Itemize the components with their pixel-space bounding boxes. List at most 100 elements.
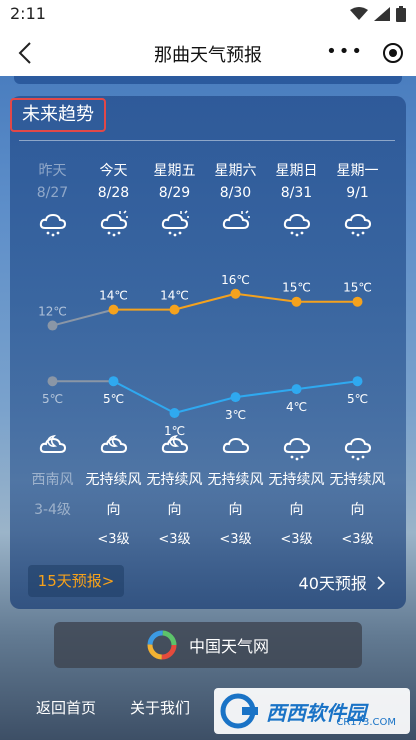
home-link[interactable]: 返回首页 (36, 697, 96, 718)
wind-level: <3级 (97, 532, 130, 547)
day-label: 今天 (99, 163, 128, 179)
night-weather-icon (205, 434, 266, 464)
low-temp-label: 3℃ (225, 408, 246, 422)
wind-direction: 向 (289, 502, 304, 518)
night-weather-icon (83, 434, 144, 464)
high-temp-label: 16℃ (221, 273, 250, 287)
night-weather-icon (327, 434, 388, 464)
section-title: 未来趋势 (10, 98, 106, 132)
brand-name: 中国天气网 (188, 637, 269, 656)
wind-level: <3级 (341, 532, 374, 547)
forecast-15-day-button[interactable]: 15天预报> (28, 565, 124, 597)
sun-cloud-icon (222, 210, 250, 229)
wind-label: 无持续风 (207, 472, 264, 488)
wind-direction: 向 (167, 502, 182, 518)
temperature-chart: 12℃ 14℃ 14℃ 16℃ 15℃ 15℃ 5℃ 5℃ 1℃ 3℃ 4℃ 5℃ (38, 273, 372, 436)
date-label: 9/1 (346, 185, 369, 201)
low-temp-point (291, 384, 302, 395)
day-label: 星期一 (336, 163, 379, 179)
cloud-rain-icon (344, 437, 371, 461)
day-label: 星期五 (153, 163, 196, 179)
low-temp-label: 5℃ (103, 392, 124, 406)
wind-label: 无持续风 (146, 472, 203, 488)
status-bar: 2:11 (0, 0, 416, 30)
night-weather-icon (144, 434, 205, 464)
high-temp-point (47, 320, 58, 331)
high-temp-point (352, 296, 363, 307)
cloud-icon (222, 437, 249, 453)
cloud-rain-icon (39, 213, 66, 237)
date-label: 8/31 (280, 185, 313, 201)
high-temp-label: 14℃ (99, 289, 128, 303)
date-label: 8/27 (36, 185, 69, 201)
top-band (14, 76, 402, 84)
low-temp-label: 1℃ (164, 424, 185, 436)
low-temp-point (47, 376, 58, 387)
brand-link[interactable]: 中国天气网 (54, 622, 362, 668)
watermark-logo-icon (220, 693, 258, 729)
low-temp-point (169, 408, 180, 418)
night-weather-icon (266, 434, 327, 464)
high-temp-point (291, 296, 302, 307)
high-temp-label: 15℃ (343, 281, 372, 295)
nav-bar: 那曲天气预报 ••• (0, 30, 416, 76)
watermark-url: CR173.COM (336, 717, 396, 728)
forecast-40-day-button[interactable]: 40天预报 (299, 570, 386, 594)
low-temp-point (108, 376, 119, 387)
cloud-moon-icon (161, 434, 188, 453)
wind-level: <3级 (219, 532, 252, 547)
low-temp-point (352, 376, 363, 387)
wind-label: 无持续风 (85, 472, 142, 488)
more-menu-icon[interactable]: ••• (326, 43, 364, 61)
status-icons (350, 6, 406, 22)
date-label: 8/29 (158, 185, 191, 201)
high-temp-point (108, 304, 119, 315)
wind-level: <3级 (158, 532, 191, 547)
wind-direction: 向 (350, 502, 365, 518)
close-mini-program-icon[interactable] (382, 42, 404, 64)
weather-china-logo-icon (147, 630, 177, 660)
date-label: 8/28 (97, 185, 130, 201)
wind-label: 无持续风 (329, 472, 386, 488)
sun-cloud-rain-icon (161, 210, 189, 237)
wifi-icon (350, 7, 368, 20)
wind-direction: 向 (228, 502, 243, 518)
wind-level: <3级 (280, 532, 313, 547)
divider (19, 140, 395, 141)
wind-direction: 向 (106, 502, 121, 518)
high-temp-point (230, 288, 241, 299)
cloud-moon-icon (39, 434, 66, 453)
wind-label: 西南风 (31, 472, 74, 488)
trend-card: 未来趋势 昨天 8/27 西南风 3-4级 今天 8/28 无持续风向 <3级 星期五 8/29 无… (10, 96, 406, 609)
wind-level: 3-4级 (34, 502, 71, 518)
cloud-moon-icon (100, 434, 127, 453)
forecast-40-label: 40天预报 (298, 574, 367, 593)
low-temp-line-segment (296, 380, 358, 391)
low-temp-line-segment (235, 388, 297, 399)
battery-icon (396, 6, 406, 22)
day-label: 星期六 (214, 163, 257, 179)
cloud-rain-icon (283, 213, 310, 237)
watermark: 西西软件园 CR173.COM (214, 688, 410, 734)
high-temp-label: 15℃ (282, 281, 311, 295)
low-temp-label: 5℃ (347, 392, 368, 406)
signal-icon (374, 7, 390, 21)
status-time: 2:11 (10, 4, 46, 23)
date-label: 8/30 (219, 185, 252, 201)
high-temp-line-segment (235, 292, 297, 303)
chevron-right-icon (377, 576, 386, 590)
wind-label: 无持续风 (268, 472, 325, 488)
sun-cloud-rain-icon (100, 210, 128, 237)
day-label: 昨天 (38, 163, 67, 179)
high-temp-label: 14℃ (160, 289, 189, 303)
low-temp-point (230, 392, 241, 403)
high-temp-point (169, 304, 180, 315)
about-link[interactable]: 关于我们 (130, 697, 190, 718)
high-temp-label: 12℃ (38, 305, 67, 319)
cloud-rain-icon (283, 437, 310, 461)
low-temp-label: 5℃ (42, 392, 63, 406)
low-temp-label: 4℃ (286, 400, 307, 414)
cloud-rain-icon (344, 213, 371, 237)
day-label: 星期日 (275, 163, 318, 179)
night-weather-icon (22, 434, 83, 464)
